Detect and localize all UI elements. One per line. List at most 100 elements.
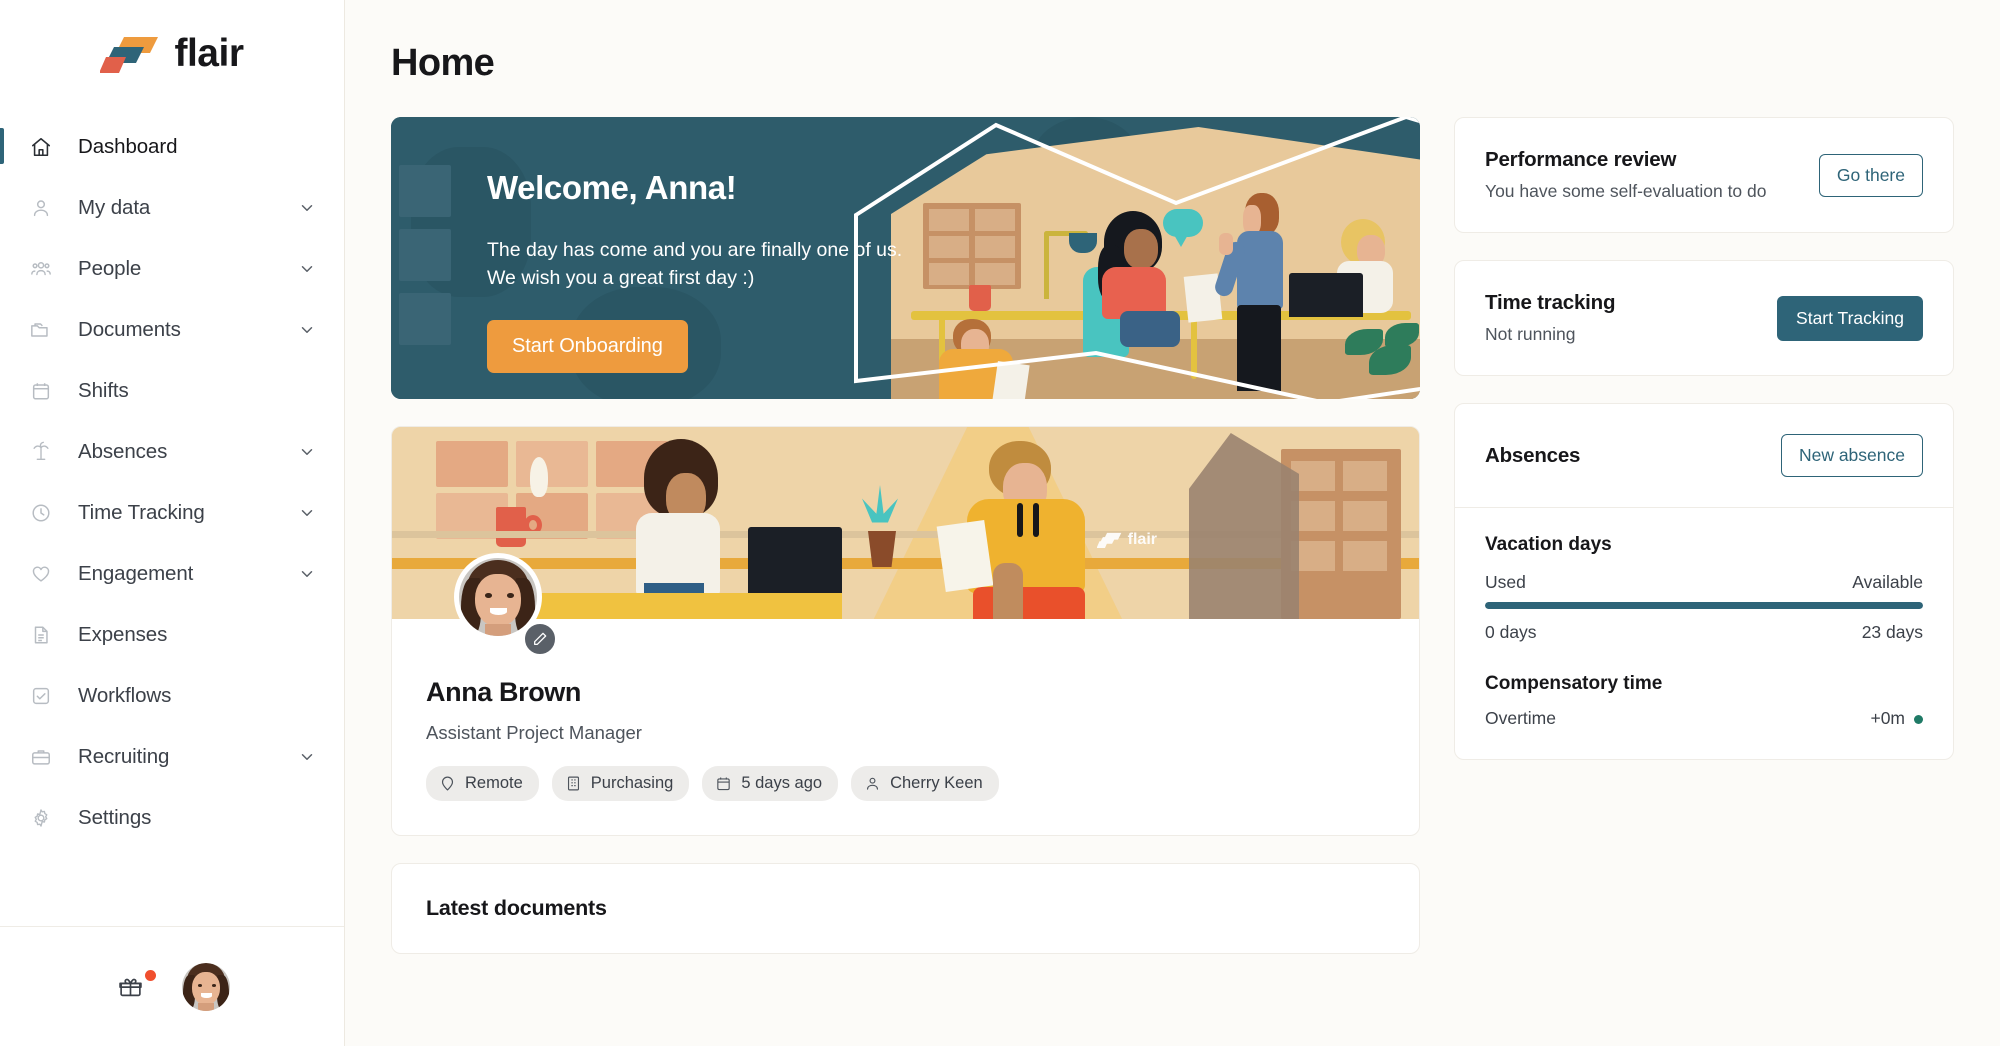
app-logo[interactable]: flair <box>0 0 344 100</box>
vacation-days-heading: Vacation days <box>1485 534 1612 555</box>
performance-review-card: Performance review You have some self-ev… <box>1454 117 1954 233</box>
new-absence-button[interactable]: New absence <box>1780 434 1923 477</box>
chevron-down-icon[interactable] <box>298 565 316 583</box>
tag-label: Remote <box>465 774 523 792</box>
tag-purchasing[interactable]: Purchasing <box>551 766 690 801</box>
building-icon <box>565 775 582 792</box>
welcome-banner: Welcome, Anna! The day has come and you … <box>391 117 1420 399</box>
pencil-icon[interactable] <box>522 621 558 657</box>
performance-review-title: Performance review <box>1485 148 1677 171</box>
sidebar-item-label: Engagement <box>78 561 194 585</box>
tag-label: 5 days ago <box>741 774 823 792</box>
brand-name: flair <box>174 32 244 75</box>
sidebar-item-shifts[interactable]: Shifts <box>0 360 344 421</box>
calendar-icon <box>715 775 732 792</box>
vacation-used-label: Used <box>1485 572 1526 592</box>
welcome-line-1: The day has come and you are finally one… <box>487 239 903 261</box>
palm-tree-icon <box>28 439 54 465</box>
primary-column: Welcome, Anna! The day has come and you … <box>391 117 1420 954</box>
status-dot <box>1914 714 1923 724</box>
app-root: flair Dashboard My data People Documents… <box>0 0 2000 1046</box>
profile-role: Assistant Project Manager <box>426 722 642 743</box>
sidebar-item-label: Workflows <box>78 683 172 707</box>
sidebar-item-recruiting[interactable]: Recruiting <box>0 726 344 787</box>
clock-icon <box>28 500 54 526</box>
profile-name: Anna Brown <box>426 677 581 707</box>
chevron-down-icon[interactable] <box>298 321 316 339</box>
chevron-down-icon[interactable] <box>298 748 316 766</box>
latest-documents-card: Latest documents <box>391 863 1420 954</box>
profile-banner-illustration: flair <box>392 427 1419 619</box>
welcome-copy: Welcome, Anna! The day has come and you … <box>487 169 903 374</box>
overtime-label: Overtime <box>1485 708 1556 728</box>
tag-label: Cherry Keen <box>890 774 983 792</box>
time-tracking-card: Time tracking Not running Start Tracking <box>1454 260 1954 376</box>
tag-label: Purchasing <box>590 774 674 792</box>
absences-body: Vacation days Used Available 0 days 23 d… <box>1455 508 1953 759</box>
sidebar-item-label: Shifts <box>78 378 129 402</box>
sidebar-item-engagement[interactable]: Engagement <box>0 543 344 604</box>
document-icon <box>28 622 54 648</box>
performance-review-subtitle: You have some self-evaluation to do <box>1485 181 1767 201</box>
sidebar-item-label: Expenses <box>78 622 168 646</box>
calendar-icon <box>28 378 54 404</box>
sidebar-item-expenses[interactable]: Expenses <box>0 604 344 665</box>
home-icon <box>28 134 54 160</box>
tag-last-seen[interactable]: 5 days ago <box>702 766 839 801</box>
sidebar-item-label: Dashboard <box>78 134 178 158</box>
sidebar-item-label: Absences <box>78 439 168 463</box>
chevron-down-icon[interactable] <box>298 504 316 522</box>
sidebar-item-my-data[interactable]: My data <box>0 177 344 238</box>
sidebar-item-people[interactable]: People <box>0 238 344 299</box>
sidebar-item-label: Recruiting <box>78 744 170 768</box>
page-title: Home <box>391 42 495 84</box>
checkbox-icon <box>28 683 54 709</box>
sidebar-item-label: People <box>78 256 142 280</box>
folder-icon <box>28 317 54 343</box>
notification-dot <box>145 969 156 981</box>
overtime-value: +0m <box>1870 708 1905 728</box>
start-onboarding-button[interactable]: Start Onboarding <box>487 320 688 374</box>
gift-icon[interactable] <box>114 969 156 1003</box>
sidebar-item-documents[interactable]: Documents <box>0 299 344 360</box>
sidebar-item-label: Documents <box>78 317 181 341</box>
people-icon <box>28 256 54 282</box>
chevron-down-icon[interactable] <box>298 199 316 217</box>
sidebar-item-label: My data <box>78 195 151 219</box>
sidebar-item-dashboard[interactable]: Dashboard <box>0 116 344 177</box>
time-tracking-status: Not running <box>1485 324 1576 344</box>
avatar-face <box>459 558 537 636</box>
go-there-button[interactable]: Go there <box>1818 153 1923 197</box>
sidebar-item-absences[interactable]: Absences <box>0 421 344 482</box>
briefcase-icon <box>28 744 54 770</box>
profile-details: Anna Brown Assistant Project Manager Rem… <box>392 553 1419 835</box>
vacation-available-label: Available <box>1852 572 1923 592</box>
sidebar-item-label: Settings <box>78 805 152 829</box>
vacation-progress-bar <box>1485 602 1923 609</box>
main-content: Home Welcome, Anna! The day has come and… <box>345 0 2000 1046</box>
person-icon <box>864 775 881 792</box>
content-columns: Welcome, Anna! The day has come and you … <box>345 85 2000 954</box>
chevron-down-icon[interactable] <box>298 260 316 278</box>
compensatory-time-heading: Compensatory time <box>1485 673 1663 694</box>
user-icon <box>28 195 54 221</box>
sidebar-nav: Dashboard My data People Documents Shift… <box>0 116 344 926</box>
sidebar-item-time-tracking[interactable]: Time Tracking <box>0 482 344 543</box>
tag-remote[interactable]: Remote <box>426 766 539 801</box>
sidebar-item-workflows[interactable]: Workflows <box>0 665 344 726</box>
sidebar-item-label: Time Tracking <box>78 500 205 524</box>
secondary-column: Performance review You have some self-ev… <box>1454 117 1954 787</box>
vacation-available-value: 23 days <box>1861 622 1923 642</box>
sidebar-item-settings[interactable]: Settings <box>0 787 344 848</box>
sidebar-footer <box>0 926 344 1046</box>
welcome-line-2: We wish you a great first day :) <box>487 266 755 289</box>
profile-tags: Remote Purchasing 5 days ago Cherry Keen <box>426 766 1385 801</box>
sidebar: flair Dashboard My data People Documents… <box>0 0 345 1046</box>
user-avatar[interactable] <box>182 962 230 1011</box>
chevron-down-icon[interactable] <box>298 443 316 461</box>
location-pin-icon <box>439 775 456 792</box>
heart-icon <box>28 561 54 587</box>
start-tracking-button[interactable]: Start Tracking <box>1777 295 1923 341</box>
tag-manager[interactable]: Cherry Keen <box>851 766 999 801</box>
welcome-title: Welcome, Anna! <box>487 169 737 206</box>
